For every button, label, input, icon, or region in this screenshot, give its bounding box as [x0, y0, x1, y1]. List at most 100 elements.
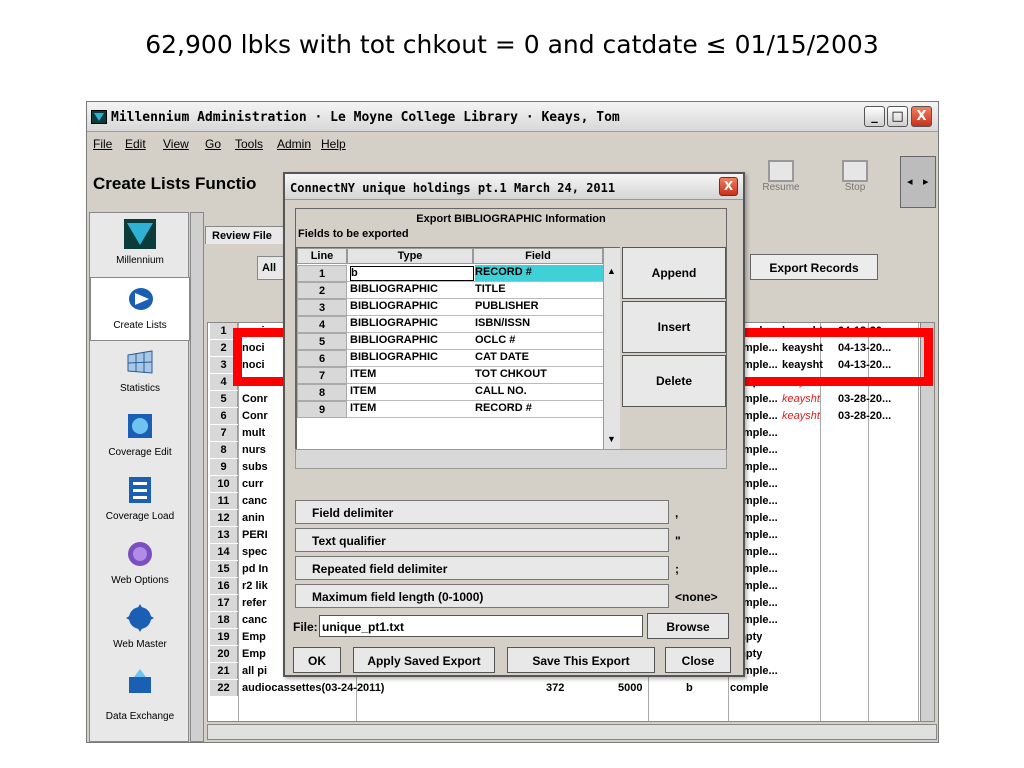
close-button[interactable]: Close: [665, 647, 731, 673]
list-name: mult: [242, 427, 266, 439]
scroll-right-icon[interactable]: ▸: [923, 175, 929, 188]
nav-data-exchange[interactable]: Data Exchange: [90, 661, 190, 725]
web-options-icon: [128, 542, 152, 566]
apply-saved-export-button[interactable]: Apply Saved Export: [353, 647, 495, 673]
field-row[interactable]: 4 BIBLIOGRAPHIC ISBN/ISSN: [297, 316, 603, 333]
stop-tool[interactable]: Stop: [835, 160, 875, 208]
field-delimiter-button[interactable]: Field delimiter: [295, 500, 669, 524]
row-number: 5: [210, 391, 238, 407]
nav-statistics[interactable]: Statistics: [90, 341, 190, 405]
nav-web-options[interactable]: Web Options: [90, 533, 190, 597]
field-line: 8: [297, 384, 347, 401]
field-row[interactable]: 1 b RECORD #: [297, 265, 603, 282]
list-name: pd In: [242, 563, 269, 575]
field-line: 1: [297, 265, 347, 282]
field-type: BIBLIOGRAPHIC: [350, 351, 438, 363]
list-status: comple: [730, 682, 769, 694]
menu-tools[interactable]: Tools: [235, 137, 263, 151]
window-titlebar[interactable]: Millennium Administration · Le Moyne Col…: [87, 102, 938, 132]
nav-label: Web Master: [113, 639, 167, 650]
nav-web-master[interactable]: Web Master: [90, 597, 190, 661]
nav-label: Coverage Edit: [108, 447, 172, 458]
field-row[interactable]: 9 ITEM RECORD #: [297, 401, 603, 418]
insert-button[interactable]: Insert: [622, 301, 726, 353]
col-line-header: Line: [297, 248, 347, 264]
repeated-field-delimiter-button[interactable]: Repeated field delimiter: [295, 556, 669, 580]
text-qualifier-value: ": [675, 534, 681, 548]
table-row[interactable]: 22 audiocassettes(03-24-2011) comple 372 500…: [208, 680, 934, 697]
maximize-button[interactable]: □: [887, 106, 908, 127]
nav-coverage-load[interactable]: Coverage Load: [90, 469, 190, 533]
text-qualifier-button[interactable]: Text qualifier: [295, 528, 669, 552]
field-line: 5: [297, 333, 347, 350]
fields-scrollbar[interactable]: ▲ ▼: [603, 248, 620, 450]
save-this-export-button[interactable]: Save This Export: [507, 647, 655, 673]
menu-go[interactable]: Go: [205, 137, 221, 151]
resume-label: Resume: [762, 182, 800, 193]
field-type: ITEM: [350, 385, 377, 397]
list-max: 5000: [618, 682, 643, 694]
list-initials: keaysht: [782, 410, 820, 422]
row-number: 7: [210, 425, 238, 441]
field-line: 9: [297, 401, 347, 418]
list-name: canc: [242, 614, 268, 626]
ok-button[interactable]: OK: [293, 647, 341, 673]
menu-admin[interactable]: Admin: [277, 137, 311, 151]
field-type[interactable]: b: [350, 266, 474, 281]
dialog-close-button[interactable]: X: [719, 177, 738, 196]
nav-coverage-edit[interactable]: Coverage Edit: [90, 405, 190, 469]
field-delimiter-value: ,: [675, 506, 679, 520]
web-master-icon: [126, 604, 154, 632]
data-exchange-icon: [129, 669, 151, 693]
close-window-button[interactable]: X: [911, 106, 932, 127]
function-nav: Millennium Create Lists Statistics Cover…: [89, 212, 190, 742]
field-row[interactable]: 3 BIBLIOGRAPHIC PUBLISHER: [297, 299, 603, 316]
field-row[interactable]: 6 BIBLIOGRAPHIC CAT DATE: [297, 350, 603, 367]
nav-millennium[interactable]: Millennium: [90, 213, 190, 277]
list-created: 03-28-20...: [838, 410, 892, 422]
field-name: RECORD #: [475, 402, 532, 414]
field-row[interactable]: 2 BIBLIOGRAPHIC TITLE: [297, 282, 603, 299]
field-row[interactable]: 5 BIBLIOGRAPHIC OCLC #: [297, 333, 603, 350]
nav-create-lists[interactable]: Create Lists: [90, 277, 190, 341]
delete-button[interactable]: Delete: [622, 355, 726, 407]
progress-bar: [295, 449, 727, 469]
field-row[interactable]: 8 ITEM CALL NO.: [297, 384, 603, 401]
append-button[interactable]: Append: [622, 247, 726, 299]
toolbar-scroll-buttons[interactable]: ◂ ▸: [900, 156, 936, 208]
file-input[interactable]: unique_pt1.txt: [319, 615, 643, 637]
menu-view[interactable]: View: [163, 137, 189, 151]
minimize-button[interactable]: _: [864, 106, 885, 127]
field-row[interactable]: 7 ITEM TOT CHKOUT: [297, 367, 603, 384]
list-count: 372: [546, 682, 565, 694]
menu-edit[interactable]: Edit: [125, 137, 146, 151]
browse-button[interactable]: Browse: [647, 613, 729, 639]
statistics-icon: [127, 350, 153, 374]
export-records-button[interactable]: Export Records: [750, 254, 878, 280]
max-field-length-button[interactable]: Maximum field length (0-1000): [295, 584, 669, 608]
section-title: Create Lists Functio: [93, 174, 257, 193]
field-type: ITEM: [350, 368, 377, 380]
field-line: 4: [297, 316, 347, 333]
col-type-header: Type: [347, 248, 473, 264]
tab-review-files[interactable]: Review File: [205, 226, 285, 244]
export-dialog: ConnectNY unique holdings pt.1 March 24,…: [283, 172, 745, 677]
menu-help[interactable]: Help: [321, 137, 346, 151]
dialog-title[interactable]: ConnectNY unique holdings pt.1 March 24,…: [285, 174, 743, 200]
row-number: 13: [210, 527, 238, 543]
scroll-up-icon[interactable]: ▲: [607, 266, 616, 276]
row-number: 19: [210, 629, 238, 645]
field-line: 6: [297, 350, 347, 367]
scroll-left-icon[interactable]: ◂: [907, 175, 913, 188]
millennium-app-icon: [91, 110, 107, 124]
resume-tool[interactable]: Resume: [761, 160, 801, 208]
list-name: refer: [242, 597, 267, 609]
menu-file[interactable]: File: [93, 137, 112, 151]
scroll-down-icon[interactable]: ▼: [607, 434, 616, 444]
list-name: curr: [242, 478, 264, 490]
field-name: OCLC #: [475, 334, 516, 346]
nav-scrollbar[interactable]: [190, 212, 204, 742]
list-name: subs: [242, 461, 268, 473]
field-line: 2: [297, 282, 347, 299]
field-name: RECORD #: [475, 265, 603, 281]
